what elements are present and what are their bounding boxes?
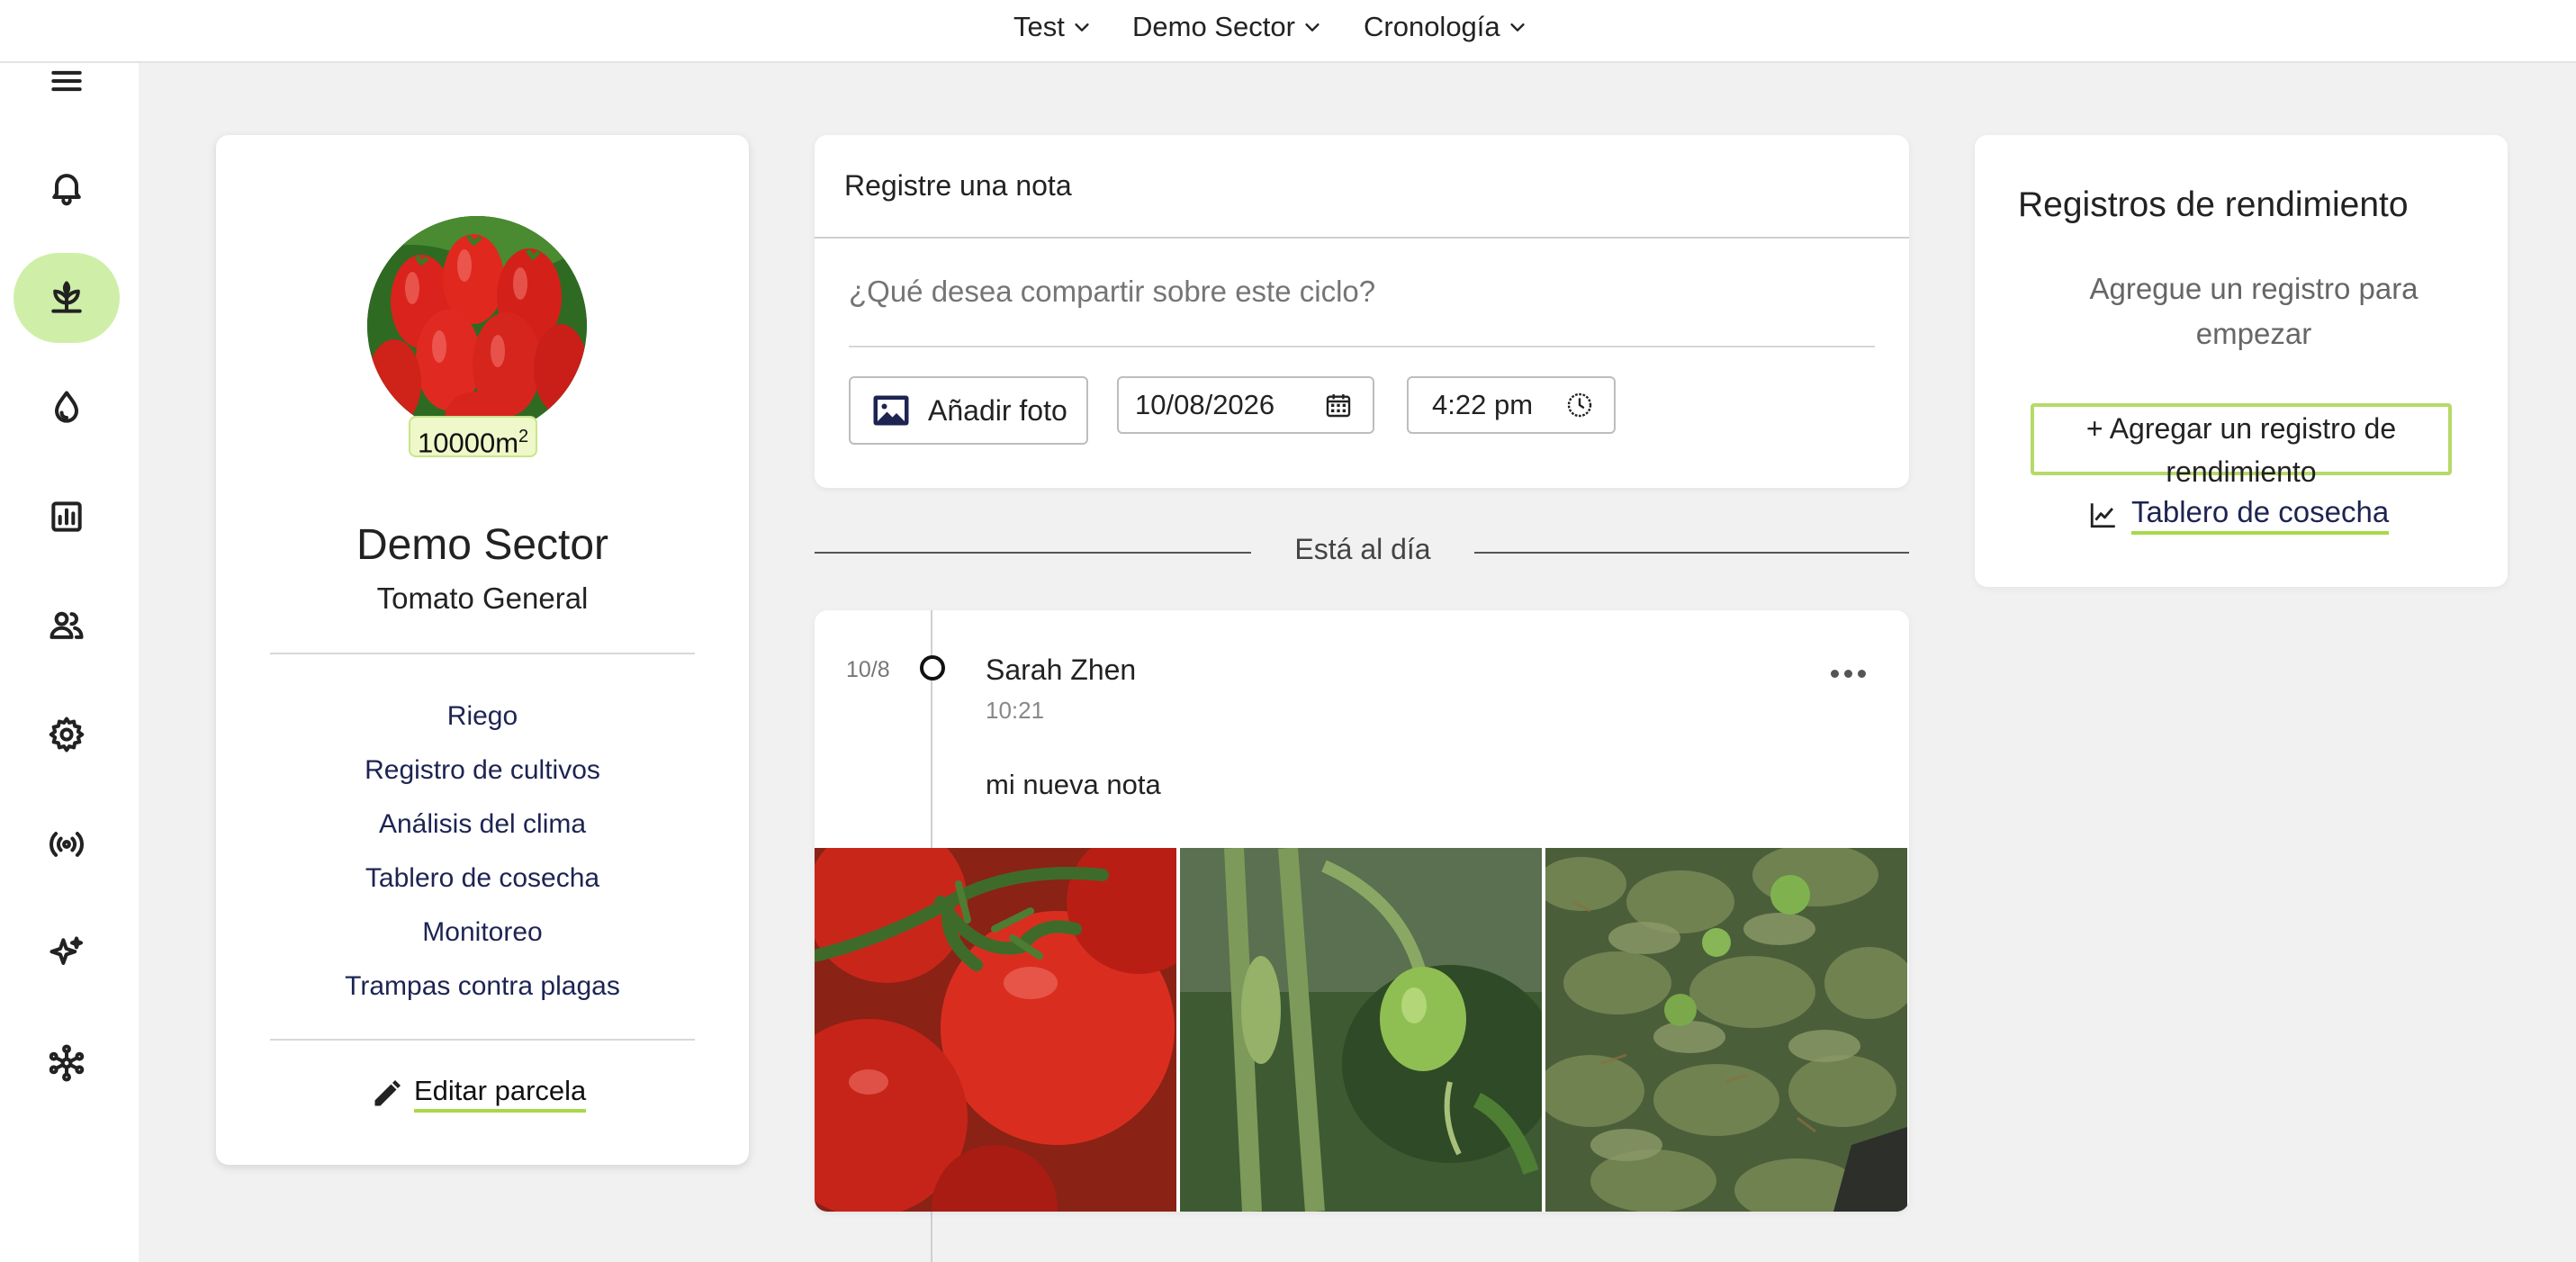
calendar-icon bbox=[1326, 394, 1351, 418]
tomato-cluster-photo bbox=[815, 848, 1176, 1212]
feed-photo[interactable] bbox=[1180, 848, 1542, 1212]
divider bbox=[270, 1039, 695, 1041]
bell-icon bbox=[52, 174, 81, 206]
menu-icon bbox=[51, 70, 82, 92]
link-tablero-cosecha[interactable]: Tablero de cosecha bbox=[216, 852, 749, 906]
note-composer-title: Registre una nota bbox=[844, 169, 1072, 202]
sector-name: Demo Sector bbox=[356, 521, 609, 569]
dot bbox=[1830, 669, 1839, 678]
link-registro-cultivos[interactable]: Registro de cultivos bbox=[216, 744, 749, 798]
link-trampas-plagas[interactable]: Trampas contra plagas bbox=[216, 960, 749, 1014]
top-bar: Test Demo Sector Cronología bbox=[0, 0, 2576, 63]
area-value: 10000m bbox=[418, 427, 519, 459]
users-icon bbox=[50, 611, 84, 639]
dot bbox=[1857, 669, 1866, 678]
feed-status: Está al día bbox=[1294, 533, 1431, 565]
note-input-underline bbox=[849, 346, 1875, 347]
feed-entry-date: 10/8 bbox=[846, 657, 890, 682]
clock-icon bbox=[1567, 392, 1592, 418]
status-divider-right bbox=[1474, 552, 1909, 554]
divider bbox=[270, 653, 695, 654]
more-options-button[interactable] bbox=[1821, 655, 1875, 691]
pencil-icon bbox=[374, 1080, 401, 1106]
chevron-down-icon bbox=[1305, 23, 1320, 32]
feed-entry-text: mi nueva nota bbox=[986, 769, 1161, 800]
edit-plot-label: Editar parcela bbox=[414, 1075, 587, 1113]
view-selector[interactable]: Cronología bbox=[1364, 0, 1527, 54]
sparkles-icon bbox=[50, 936, 83, 966]
performance-empty-hint: Agregue un registro para empezar bbox=[2089, 272, 2418, 350]
menu-button[interactable] bbox=[14, 36, 120, 126]
time-value: 4:22 pm bbox=[1432, 389, 1534, 420]
green-tomato-plant-photo bbox=[1180, 848, 1542, 1212]
gear-icon bbox=[49, 717, 85, 753]
harvest-dashboard-link[interactable]: Tablero de cosecha bbox=[2088, 495, 2390, 535]
note-input[interactable] bbox=[849, 275, 1875, 309]
farm-selector-label: Test bbox=[1013, 11, 1065, 42]
crop-avatar bbox=[367, 216, 587, 436]
sidebar bbox=[0, 63, 139, 1262]
time-picker[interactable]: 4:22 pm bbox=[1407, 376, 1616, 434]
water-drop-icon bbox=[54, 391, 79, 423]
network-icon bbox=[49, 1044, 85, 1082]
status-divider-left bbox=[815, 552, 1251, 554]
feed-photo[interactable] bbox=[815, 848, 1176, 1212]
link-riego[interactable]: Riego bbox=[216, 690, 749, 744]
bar-chart-icon bbox=[51, 501, 82, 532]
date-picker[interactable]: 10/08/2026 bbox=[1117, 376, 1374, 434]
view-selector-label: Cronología bbox=[1364, 11, 1500, 42]
performance-title: Registros de rendimiento bbox=[2018, 185, 2409, 224]
sidebar-item-sensors[interactable] bbox=[14, 799, 120, 889]
sidebar-item-notifications[interactable] bbox=[14, 142, 120, 232]
dot bbox=[1843, 669, 1852, 678]
plot-card: 10000m2 Demo Sector Tomato General Riego… bbox=[216, 135, 749, 1165]
timeline-line bbox=[931, 610, 932, 848]
feed-entry-time: 10:21 bbox=[986, 697, 1045, 724]
add-photo-label: Añadir foto bbox=[928, 393, 1067, 427]
plant-icon bbox=[51, 281, 82, 313]
area-exponent: 2 bbox=[518, 427, 529, 446]
tomato-photo bbox=[367, 216, 587, 436]
image-icon bbox=[873, 395, 909, 426]
link-analisis-clima[interactable]: Análisis del clima bbox=[216, 798, 749, 852]
sidebar-item-settings[interactable] bbox=[14, 690, 120, 780]
sidebar-item-ai[interactable] bbox=[14, 908, 120, 998]
line-chart-icon bbox=[2090, 503, 2115, 528]
diseased-plant-photo bbox=[1545, 848, 1907, 1212]
feed-photo[interactable] bbox=[1545, 848, 1907, 1212]
feed-entry-author: Sarah Zhen bbox=[986, 654, 1137, 686]
harvest-dashboard-label: Tablero de cosecha bbox=[2131, 495, 2390, 535]
feed-entry: 10/8 Sarah Zhen 10:21 mi nueva nota bbox=[815, 610, 1909, 1212]
chevron-down-icon bbox=[1510, 23, 1525, 32]
crop-name: Tomato General bbox=[376, 581, 589, 615]
area-badge: 10000m2 bbox=[409, 416, 538, 459]
add-photo-button[interactable]: Añadir foto bbox=[849, 376, 1088, 445]
sector-selector-label: Demo Sector bbox=[1132, 11, 1295, 42]
sidebar-item-irrigation[interactable] bbox=[14, 363, 120, 453]
divider bbox=[815, 237, 1909, 239]
date-value: 10/08/2026 bbox=[1135, 389, 1275, 420]
timeline-dot bbox=[920, 655, 945, 681]
performance-card: Registros de rendimiento Agregue un regi… bbox=[1975, 135, 2508, 587]
sector-selector[interactable]: Demo Sector bbox=[1132, 0, 1322, 54]
sidebar-item-reports[interactable] bbox=[14, 472, 120, 562]
farm-selector[interactable]: Test bbox=[1013, 0, 1092, 54]
sidebar-item-network[interactable] bbox=[14, 1018, 120, 1108]
plot-links: Riego Registro de cultivos Análisis del … bbox=[216, 690, 749, 1014]
note-composer: Registre una nota Añadir foto 10/08/2026… bbox=[815, 135, 1909, 488]
chevron-down-icon bbox=[1075, 23, 1089, 32]
sidebar-item-crops[interactable] bbox=[14, 253, 120, 343]
edit-plot-link[interactable]: Editar parcela bbox=[371, 1075, 587, 1113]
sidebar-item-users[interactable] bbox=[14, 581, 120, 671]
signal-icon bbox=[49, 832, 85, 857]
link-monitoreo[interactable]: Monitoreo bbox=[216, 906, 749, 960]
add-performance-record-button[interactable]: + Agregar un registro de rendimiento bbox=[2031, 403, 2452, 488]
